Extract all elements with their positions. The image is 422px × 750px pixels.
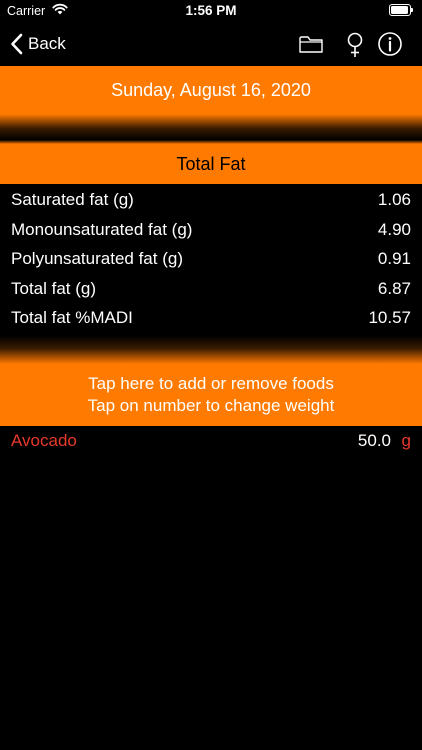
food-weight-value[interactable]: 50.0	[358, 431, 391, 451]
section-title: Total Fat	[0, 144, 422, 184]
nutrient-value: 6.87	[377, 278, 411, 298]
nutrient-row: Total fat %MADI 10.57	[0, 304, 422, 334]
folder-icon[interactable]	[298, 31, 324, 57]
nutrient-value: 1.06	[377, 190, 411, 209]
chevron-left-icon	[10, 33, 23, 55]
nutrient-name: Total fat %MADI	[11, 308, 133, 327]
female-symbol-icon[interactable]	[342, 31, 368, 57]
nutrient-name: Polyunsaturated fat (g)	[11, 249, 183, 268]
food-row: Avocado 50.0 g	[0, 428, 422, 456]
nutrient-name: Saturated fat (g)	[11, 190, 134, 209]
food-name: Avocado	[11, 431, 77, 450]
nutrient-list: Saturated fat (g) 1.06 Monounsaturated f…	[0, 186, 422, 334]
back-button[interactable]: Back	[10, 30, 66, 58]
nutrient-row: Polyunsaturated fat (g) 0.91	[0, 245, 422, 275]
nutrient-name: Monounsaturated fat (g)	[11, 219, 193, 239]
food-weight-unit[interactable]: g	[402, 431, 411, 451]
change-weight-hint: Tap on number to change weight	[87, 396, 335, 415]
nutrient-name: Total fat (g)	[11, 278, 97, 298]
gradient-divider	[0, 114, 422, 140]
nutrient-row: Saturated fat (g) 1.06	[0, 186, 422, 216]
info-icon[interactable]	[377, 31, 403, 57]
nutrient-value: 0.91	[377, 249, 411, 268]
nutrient-row: Total fat (g) 6.87	[0, 275, 422, 305]
food-list: Avocado 50.0 g	[0, 428, 422, 456]
add-foods-hint: Tap here to add or remove foods	[88, 374, 334, 393]
battery-icon	[389, 4, 413, 16]
status-bar: Carrier 1:56 PM	[0, 0, 422, 22]
clock: 1:56 PM	[185, 3, 237, 18]
nutrient-row: Monounsaturated fat (g) 4.90	[0, 216, 422, 246]
nutrient-value: 10.57	[368, 308, 411, 327]
date-selector[interactable]: Sunday, August 16, 2020	[0, 66, 422, 114]
gradient-divider	[0, 336, 422, 364]
add-remove-foods-button[interactable]: Tap here to add or remove foods Tap on n…	[0, 364, 422, 426]
nav-bar: Back	[0, 22, 422, 66]
nutrient-value: 4.90	[377, 219, 411, 239]
back-label: Back	[28, 34, 66, 53]
